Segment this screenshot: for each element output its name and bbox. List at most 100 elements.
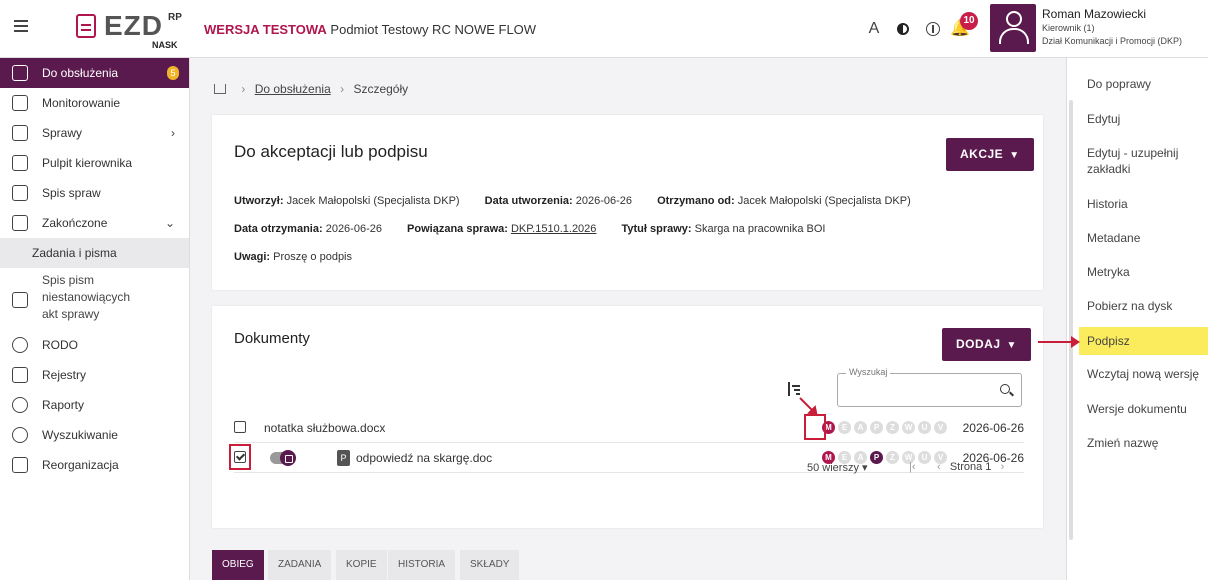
search-icon: [12, 427, 28, 443]
document-date: 2026-06-26: [962, 421, 1024, 435]
notifications-bell-icon[interactable]: 🔔 10: [948, 12, 978, 41]
pie-chart-icon: [12, 397, 28, 413]
meta-row-1: Utworzył: Jacek Małopolski (Specjalista …: [234, 195, 911, 207]
tab-kopie[interactable]: KOPIE: [336, 550, 387, 580]
sidebar-item-rejestry[interactable]: Rejestry: [0, 360, 189, 390]
sidebar-item-wyszukiwanie[interactable]: Wyszukiwanie: [0, 420, 189, 450]
meta-row-3: Uwagi: Proszę o podpis: [234, 251, 353, 263]
user-role: Kierownik (1): [1042, 23, 1095, 33]
sidebar-item-label: Spis spraw: [42, 186, 101, 200]
action-do-poprawy[interactable]: Do poprawy: [1087, 76, 1203, 92]
sidebar-item-zadania-i-pisma[interactable]: Zadania i pisma: [0, 238, 189, 268]
action-podpisz[interactable]: Podpisz: [1079, 327, 1208, 355]
action-historia[interactable]: Historia: [1087, 196, 1203, 212]
logo-sup: RP: [168, 12, 182, 23]
clipboard-icon: [12, 65, 28, 81]
prev-page-icon[interactable]: ‹: [937, 461, 941, 473]
table-row[interactable]: P odpowiedź na skargę.doc M E A P Z W U …: [234, 443, 1024, 473]
sidebar-item-spis-spraw[interactable]: Spis spraw: [0, 178, 189, 208]
documents-card: Dokumenty DODAJ ▼ Wyszukaj notatka służbo…: [212, 306, 1043, 528]
top-bar: EZD RP NASK WERSJA TESTOWA Podmiot Testo…: [0, 0, 1208, 58]
sidebar-item-sprawy[interactable]: Sprawy ›: [0, 118, 189, 148]
sidebar-item-monitorowanie[interactable]: Monitorowanie: [0, 88, 189, 118]
page-indicator: Strona 1: [949, 461, 992, 473]
env-entity: Podmiot Testowy RC NOWE FLOW: [330, 22, 537, 37]
actions-button[interactable]: AKCJE ▼: [946, 138, 1034, 171]
page-title: Do akceptacji lub podpisu: [234, 142, 428, 161]
layers-icon: [12, 125, 28, 141]
rows-per-page-select[interactable]: 50 wierszy ▾: [807, 461, 868, 474]
action-metadane[interactable]: Metadane: [1087, 230, 1203, 246]
environment-title: WERSJA TESTOWA Podmiot Testowy RC NOWE F…: [204, 22, 536, 37]
document-name[interactable]: notatka służbowa.docx: [264, 421, 385, 435]
sidebar-item-raporty[interactable]: Raporty: [0, 390, 189, 420]
tab-historia[interactable]: HISTORIA: [388, 550, 456, 580]
action-wczytaj[interactable]: Wczytaj nową wersję: [1087, 366, 1203, 382]
register-icon: [12, 367, 28, 383]
tab-sklady[interactable]: SKŁADY: [460, 550, 520, 580]
annotation-highlight-box: [229, 444, 251, 470]
avatar[interactable]: [990, 4, 1036, 52]
sidebar-item-reorganizacja[interactable]: Reorganizacja: [0, 450, 189, 480]
action-pobierz[interactable]: Pobierz na dysk: [1087, 298, 1203, 314]
accessibility-icon[interactable]: [921, 17, 945, 41]
monitor-icon: [12, 95, 28, 111]
sidebar-item-label: Do obsłużenia: [42, 66, 119, 80]
app-logo[interactable]: EZD RP NASK: [76, 10, 196, 50]
sidebar-item-label: Reorganizacja: [42, 458, 119, 472]
env-label: WERSJA TESTOWA: [204, 22, 327, 37]
font-size-icon[interactable]: A: [862, 17, 886, 41]
action-zmien-nazwe[interactable]: Zmień nazwę: [1087, 435, 1203, 451]
document-name[interactable]: odpowiedź na skargę.doc: [356, 451, 492, 465]
action-edytuj[interactable]: Edytuj: [1087, 111, 1203, 127]
search-input[interactable]: Wyszukaj: [837, 367, 1022, 407]
next-page-icon[interactable]: ›: [1001, 461, 1005, 473]
sidebar-item-do-obsluzenia[interactable]: Do obsłużenia 5: [0, 58, 189, 88]
lock-toggle[interactable]: [270, 450, 296, 466]
sidebar-item-spis-pism[interactable]: Spis pism niestanowiących akt sprawy: [0, 268, 189, 330]
sidebar-item-label: Monitorowanie: [42, 96, 121, 110]
document-type-badge: P: [337, 450, 350, 466]
breadcrumb-link-do-obsluzenia[interactable]: Do obsłużenia: [255, 82, 331, 96]
chevron-down-icon: ⌄: [164, 216, 175, 230]
search-label: Wyszukaj: [846, 367, 891, 377]
sidebar-item-label: Wyszukiwanie: [42, 428, 118, 442]
menu-icon[interactable]: [14, 20, 28, 32]
tab-obieg[interactable]: OBIEG: [212, 550, 264, 580]
sidebar-item-zakonczone[interactable]: Zakończone ⌄: [0, 208, 189, 238]
search-icon[interactable]: [1000, 384, 1010, 394]
clipboard-check-icon: [12, 215, 28, 231]
breadcrumb: › Do obsłużenia › Szczegóły: [214, 82, 408, 96]
action-edytuj-uzupelnij[interactable]: Edytuj - uzupełnij zakładki: [1087, 145, 1203, 177]
shield-icon: [12, 337, 28, 353]
reorganize-icon: [12, 457, 28, 473]
scrollbar[interactable]: [1069, 100, 1073, 540]
sidebar-item-label: RODO: [42, 338, 78, 352]
sidebar: Do obsłużenia 5 Monitorowanie Sprawy › P…: [0, 58, 190, 580]
contrast-icon[interactable]: [891, 17, 915, 41]
tab-zadania[interactable]: ZADANIA: [268, 550, 332, 580]
sidebar-item-label: Raporty: [42, 398, 85, 412]
user-department: Dział Komunikacji i Promocji (DKP): [1042, 36, 1183, 46]
chevron-down-icon: ▼: [1006, 340, 1017, 351]
count-badge: 5: [167, 66, 179, 80]
action-metryka[interactable]: Metryka: [1087, 264, 1203, 280]
sidebar-item-rodo[interactable]: RODO: [0, 330, 189, 360]
first-page-icon[interactable]: |‹: [909, 461, 916, 473]
sidebar-item-label: Pulpit kierownika: [42, 156, 133, 170]
documents-title: Dokumenty: [234, 330, 310, 347]
breadcrumb-current: Szczegóły: [353, 82, 409, 96]
home-icon[interactable]: [214, 84, 226, 94]
related-case-link[interactable]: DKP.1510.1.2026: [511, 223, 596, 235]
meta-row-2: Data otrzymania: 2026-06-26 Powiązana sp…: [234, 223, 826, 235]
user-name[interactable]: Roman Mazowiecki: [1042, 7, 1146, 21]
action-wersje[interactable]: Wersje dokumentu: [1087, 401, 1203, 417]
document-stack-icon: [12, 292, 28, 308]
logo-sub: NASK: [152, 40, 178, 50]
sidebar-item-pulpit-kierownika[interactable]: Pulpit kierownika: [0, 148, 189, 178]
sort-icon[interactable]: [786, 382, 800, 398]
add-button[interactable]: DODAJ ▼: [942, 328, 1031, 361]
table-row[interactable]: notatka służbowa.docx M E A P Z W U V 20…: [234, 413, 1024, 443]
sidebar-item-label: Spis pism niestanowiących akt sprawy: [42, 273, 131, 321]
row-checkbox[interactable]: [234, 421, 246, 433]
